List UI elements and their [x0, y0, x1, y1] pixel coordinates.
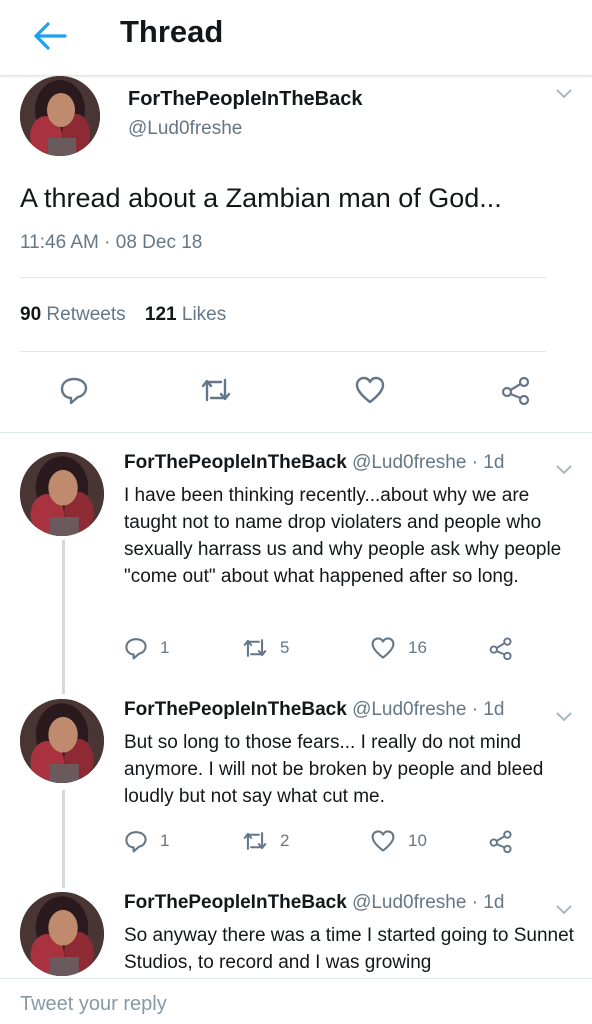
avatar[interactable]	[20, 892, 104, 976]
back-arrow-icon	[34, 22, 67, 50]
reply-count: 1	[160, 638, 170, 657]
tweet-text: So anyway there was a time I started goi…	[124, 925, 574, 973]
tweet-stats: 90 Retweets 121 Likes	[20, 304, 240, 326]
like-button[interactable]: 16	[370, 634, 427, 662]
like-count: 16	[408, 638, 427, 657]
retweets-count: 90	[20, 304, 42, 325]
tweet-text: But so long to those fears... I really d…	[124, 732, 544, 807]
heart-icon	[371, 637, 395, 659]
like-button[interactable]	[350, 370, 390, 410]
author-name[interactable]: ForThePeopleInTheBack	[124, 452, 347, 473]
tweet-header: ForThePeopleInTheBack @Lud0freshe · 1d	[124, 452, 504, 474]
heart-icon	[355, 376, 385, 404]
retweets-label: Retweets	[46, 304, 126, 325]
author-name[interactable]: ForThePeopleInTheBack	[124, 699, 347, 720]
tweet-text: A thread about a Zambian man of God...	[20, 183, 502, 213]
heart-icon	[371, 830, 395, 852]
tweet-text: I have been thinking recently...about wh…	[124, 485, 562, 587]
thread-line	[62, 540, 65, 694]
share-button[interactable]	[496, 370, 536, 410]
share-icon	[501, 376, 530, 405]
reply-count: 1	[160, 831, 170, 850]
like-button[interactable]: 10	[370, 827, 427, 855]
retweet-button[interactable]: 2	[242, 827, 289, 855]
author-handle[interactable]: @Lud0freshe	[128, 118, 242, 140]
reply-button[interactable]	[54, 370, 94, 410]
share-button[interactable]	[488, 634, 514, 662]
chevron-down-icon	[556, 89, 572, 99]
author-name[interactable]: ForThePeopleInTheBack	[128, 88, 363, 111]
reply-icon	[125, 638, 147, 660]
author-handle-time[interactable]: @Lud0freshe · 1d	[352, 699, 504, 720]
author-name[interactable]: ForThePeopleInTheBack	[124, 892, 347, 913]
retweet-icon	[243, 639, 267, 657]
back-button[interactable]	[30, 18, 70, 54]
tweet-menu-button[interactable]	[552, 460, 576, 480]
chevron-down-icon	[556, 712, 572, 722]
retweet-button[interactable]	[196, 370, 236, 410]
reply-bar	[0, 978, 592, 1024]
share-button[interactable]	[488, 827, 514, 855]
tweet-timestamp[interactable]: 11:46 AM · 08 Dec 18	[20, 232, 202, 254]
reply-button[interactable]: 1	[124, 827, 169, 855]
likes-label: Likes	[181, 304, 227, 325]
retweets-stat[interactable]: 90 Retweets	[20, 304, 126, 325]
reply-icon	[60, 377, 88, 405]
tweet-header: ForThePeopleInTheBack @Lud0freshe · 1d	[124, 892, 504, 914]
retweet-icon	[201, 378, 231, 402]
retweet-count: 2	[280, 831, 290, 850]
tweet-menu-button[interactable]	[552, 707, 576, 727]
avatar[interactable]	[20, 76, 100, 156]
tweet-header: ForThePeopleInTheBack @Lud0freshe · 1d	[124, 699, 504, 721]
author-handle-time[interactable]: @Lud0freshe · 1d	[352, 892, 504, 913]
tweet-actions	[0, 370, 592, 414]
share-icon	[489, 830, 512, 853]
page-title: Thread	[120, 14, 224, 49]
retweet-button[interactable]: 5	[242, 634, 289, 662]
author-handle-time[interactable]: @Lud0freshe · 1d	[352, 452, 504, 473]
divider	[20, 351, 546, 352]
tweet-menu-button[interactable]	[552, 84, 576, 104]
thread-line	[62, 790, 65, 888]
likes-stat[interactable]: 121 Likes	[145, 304, 226, 325]
reply-input[interactable]	[20, 989, 560, 1019]
share-icon	[489, 637, 512, 660]
avatar[interactable]	[20, 699, 104, 783]
avatar[interactable]	[20, 452, 104, 536]
tweet-actions: 1 5 16	[124, 634, 564, 662]
tweet-menu-button[interactable]	[552, 900, 576, 920]
divider	[0, 432, 592, 433]
like-count: 10	[408, 831, 427, 850]
divider	[20, 277, 546, 278]
top-bar: Thread	[0, 0, 592, 76]
chevron-down-icon	[556, 465, 572, 475]
reply-icon	[125, 831, 147, 853]
likes-count: 121	[144, 304, 177, 325]
tweet-actions: 1 2 10	[124, 827, 564, 855]
reply-button[interactable]: 1	[124, 634, 169, 662]
chevron-down-icon	[556, 905, 572, 915]
retweet-icon	[243, 832, 267, 850]
retweet-count: 5	[280, 638, 290, 657]
